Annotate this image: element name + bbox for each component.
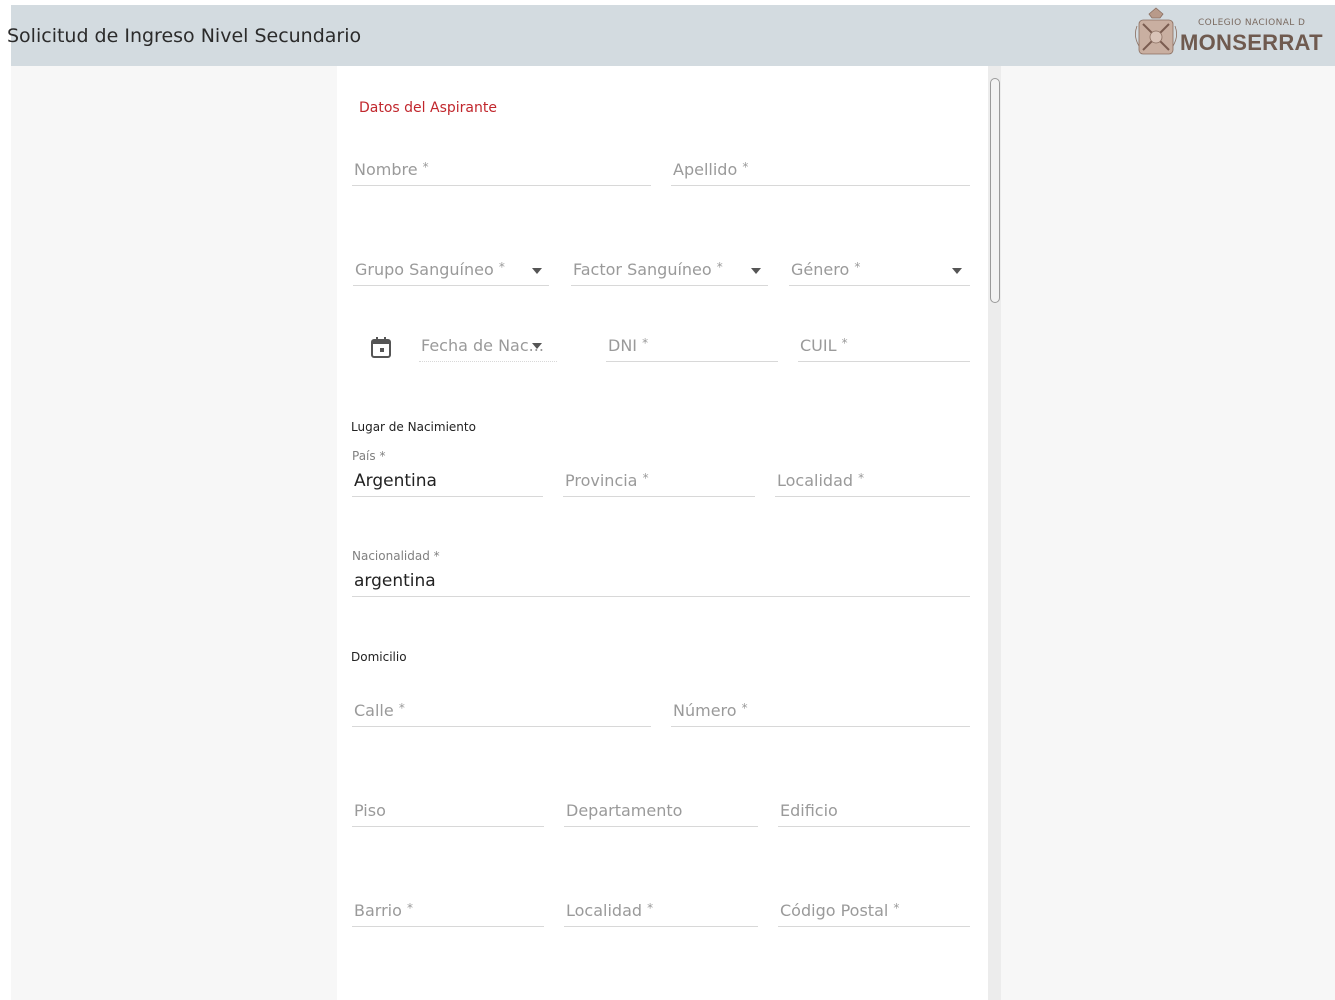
domicilio-heading: Domicilio [351,650,407,664]
nombre-field[interactable]: Nombre * [352,158,651,186]
piso-field[interactable]: Piso [352,799,544,827]
grupo-sanguineo-placeholder: Grupo Sanguíneo * [355,260,505,279]
nacionalidad-value: argentina [354,571,436,591]
left-strip [0,0,11,1000]
lugar-nacimiento-heading: Lugar de Nacimiento [351,420,476,434]
school-crest-logo [1135,7,1177,55]
page-title: Solicitud de Ingreso Nivel Secundario [7,25,362,47]
codigo-postal-placeholder: Código Postal * [780,901,900,920]
dni-placeholder: DNI * [608,336,649,355]
dni-field[interactable]: DNI * [606,334,778,362]
apellido-field[interactable]: Apellido * [671,158,970,186]
edificio-placeholder: Edificio [780,801,838,820]
chevron-down-icon [532,343,542,349]
departamento-placeholder: Departamento [566,801,683,820]
localidad-domicilio-placeholder: Localidad * [566,901,654,920]
provincia-placeholder: Provincia * [565,471,649,490]
edificio-field[interactable]: Edificio [778,799,970,827]
apellido-placeholder: Apellido * [673,160,749,179]
factor-sanguineo-placeholder: Factor Sanguíneo * [573,260,723,279]
numero-field[interactable]: Número * [671,699,970,727]
scrollbar-thumb[interactable] [990,78,1000,303]
form-panel [337,66,988,1000]
section-title: Datos del Aspirante [359,100,497,116]
barrio-placeholder: Barrio * [354,901,413,920]
nacionalidad-label: Nacionalidad * [352,549,440,563]
nombre-placeholder: Nombre * [354,160,429,179]
departamento-field[interactable]: Departamento [564,799,758,827]
cuil-placeholder: CUIL * [800,336,848,355]
calendar-icon[interactable] [371,336,391,358]
logo-subtitle: COLEGIO NACIONAL D [1198,18,1306,28]
genero-select[interactable]: Género * [789,258,970,286]
chevron-down-icon [532,268,542,274]
calle-placeholder: Calle * [354,701,405,720]
fecha-nacimiento-placeholder: Fecha de Nac... [421,336,544,355]
numero-placeholder: Número * [673,701,748,720]
localidad-nacimiento-field[interactable]: Localidad * [775,469,970,497]
barrio-field[interactable]: Barrio * [352,899,544,927]
factor-sanguineo-select[interactable]: Factor Sanguíneo * [571,258,768,286]
logo-title: MONSERRAT [1180,30,1323,55]
cuil-field[interactable]: CUIL * [798,334,970,362]
nacionalidad-field[interactable]: Nacionalidad * argentina [352,549,970,597]
calle-field[interactable]: Calle * [352,699,651,727]
localidad-nacimiento-placeholder: Localidad * [777,471,865,490]
grupo-sanguineo-select[interactable]: Grupo Sanguíneo * [353,258,549,286]
codigo-postal-field[interactable]: Código Postal * [778,899,970,927]
fecha-nacimiento-field[interactable]: Fecha de Nac... [419,334,557,362]
genero-placeholder: Género * [791,260,861,279]
chevron-down-icon [952,268,962,274]
localidad-domicilio-field[interactable]: Localidad * [564,899,758,927]
chevron-down-icon [751,268,761,274]
piso-placeholder: Piso [354,801,386,820]
provincia-field[interactable]: Provincia * [563,469,755,497]
pais-field[interactable]: País * Argentina [352,449,543,497]
pais-value: Argentina [354,471,437,491]
pais-label: País * [352,449,386,463]
